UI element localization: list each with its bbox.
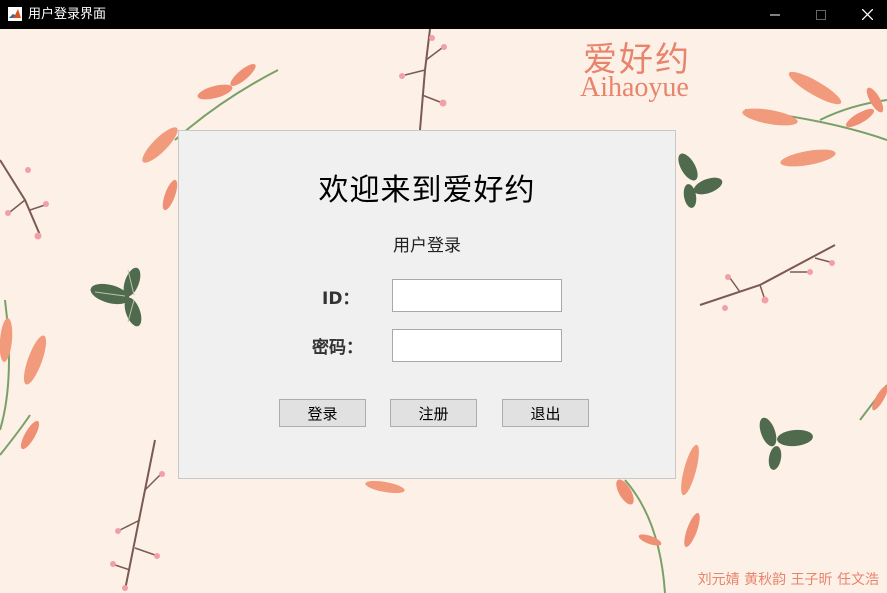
- pink-bud-twig-top: [399, 29, 447, 131]
- pink-bud-twig-left: [0, 159, 49, 240]
- id-label: ID：: [322, 289, 360, 309]
- window-title: 用户登录界面: [28, 6, 107, 21]
- password-input[interactable]: [392, 329, 562, 362]
- register-button[interactable]: 注册: [390, 399, 477, 427]
- title-bar: 用户登录界面: [0, 0, 887, 29]
- exit-button[interactable]: 退出: [502, 399, 589, 427]
- dark-green-leaf-cluster-right-top: [678, 153, 723, 208]
- pink-bud-twig-bottom-left: [110, 439, 165, 591]
- coral-leaf-stem-left: [0, 299, 47, 456]
- close-button[interactable]: [844, 0, 887, 29]
- login-button[interactable]: 登录: [279, 399, 366, 427]
- maximize-icon: [816, 9, 826, 20]
- authors-credit: 刘元婧 黄秋韵 王子昕 任文浩: [697, 572, 879, 588]
- maximize-button[interactable]: [798, 0, 844, 29]
- id-input[interactable]: [392, 279, 562, 312]
- login-subheading: 用户登录: [393, 236, 461, 256]
- matlab-icon: [8, 7, 22, 21]
- dark-green-leaf-cluster-right-bottom: [759, 417, 813, 470]
- coral-leaf-branch-top-right: [742, 71, 887, 167]
- dark-green-leaf-cluster-left: [90, 267, 142, 327]
- password-label: 密码：: [312, 338, 363, 358]
- login-panel: 欢迎来到爱好约 用户登录 ID： 密码： 登录 注册 退出: [178, 130, 676, 479]
- pink-bud-twig-right: [699, 244, 836, 311]
- minimize-icon: [770, 14, 780, 15]
- close-icon: [861, 9, 873, 20]
- minimize-button[interactable]: [752, 0, 798, 29]
- welcome-heading: 欢迎来到爱好约: [318, 173, 536, 208]
- logo-english: Aihaoyue: [580, 72, 689, 103]
